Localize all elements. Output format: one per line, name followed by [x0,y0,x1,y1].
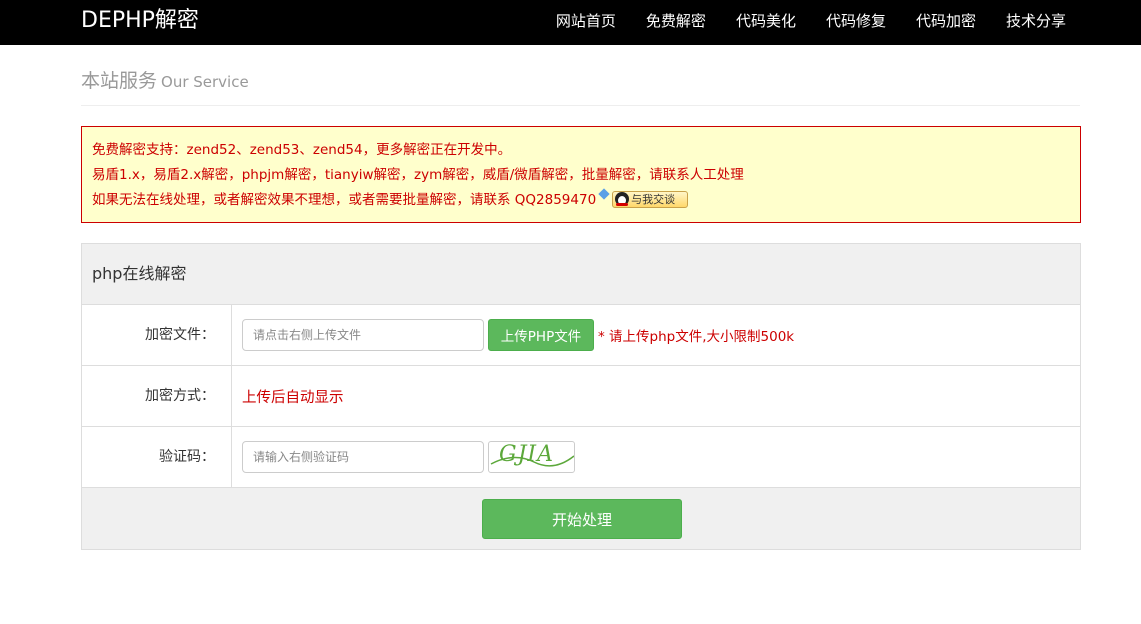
notice-line-1: 免费解密支持：zend52、zend53、zend54，更多解密正在开发中。 [92,142,512,158]
qq-chat-label: 与我交谈 [631,192,676,206]
main-nav: 网站首页 免费解密 代码美化 代码修复 代码加密 技术分享 [526,0,1066,45]
notice-box: 免费解密支持：zend52、zend53、zend54，更多解密正在开发中。 易… [81,126,1081,223]
panel-footer: 开始处理 [82,488,1080,549]
upload-php-button[interactable]: 上传PHP文件 [488,319,594,351]
captcha-code: GJIA [499,442,554,467]
page-title: 本站服务 Our Service [81,66,1080,97]
method-label: 加密方式： [82,366,232,426]
nav-item-code-beautify[interactable]: 代码美化 [736,0,796,45]
notice-line-3: 如果无法在线处理，或者解密效果不理想，或者需要批量解密，请联系 QQ285947… [92,188,1070,213]
page-title-text: 本站服务 [81,70,158,92]
qq-chat-button[interactable]: 与我交谈 [612,190,689,208]
captcha-input[interactable] [242,441,484,473]
captcha-row: 验证码： GJIA [82,427,1080,488]
nav-item-home[interactable]: 网站首页 [556,0,616,45]
qq-scarf [616,202,629,206]
nav-item-tech-share[interactable]: 技术分享 [1006,0,1066,45]
notice-line-2: 易盾1.x，易盾2.x解密，phpjm解密，tianyiw解密，zym解密，威盾… [92,167,744,183]
top-navbar: DEPHP解密 网站首页 免费解密 代码美化 代码修复 代码加密 技术分享 [0,0,1141,45]
notice-line-3-text: 如果无法在线处理，或者解密效果不理想，或者需要批量解密，请联系 QQ285947… [92,192,597,208]
method-value: 上传后自动显示 [242,389,344,406]
page-subtitle: Our Service [161,73,249,91]
captcha-row-content: GJIA [242,427,575,487]
nav-item-code-repair[interactable]: 代码修复 [826,0,886,45]
file-path-input[interactable] [242,319,484,351]
nav-item-free-decrypt[interactable]: 免费解密 [646,0,706,45]
panel-heading: php在线解密 [82,244,1080,305]
captcha-label: 验证码： [82,427,232,487]
file-row-content: 上传PHP文件 * 请上传php文件,大小限制500k [242,305,794,365]
page-header: 本站服务 Our Service [81,66,1080,106]
method-row-content: 上传后自动显示 [242,366,344,426]
diamond-icon [598,188,610,200]
site-brand[interactable]: DEPHP解密 [81,6,199,36]
upload-hint: * 请上传php文件,大小限制500k [598,329,795,345]
start-process-button[interactable]: 开始处理 [482,499,682,539]
file-row: 加密文件： 上传PHP文件 * 请上传php文件,大小限制500k [82,305,1080,366]
decrypt-panel: php在线解密 加密文件： 上传PHP文件 * 请上传php文件,大小限制500… [81,243,1081,550]
file-label: 加密文件： [82,305,232,365]
nav-item-code-encrypt[interactable]: 代码加密 [916,0,976,45]
captcha-image[interactable]: GJIA [488,441,575,473]
method-row: 加密方式： 上传后自动显示 [82,366,1080,427]
